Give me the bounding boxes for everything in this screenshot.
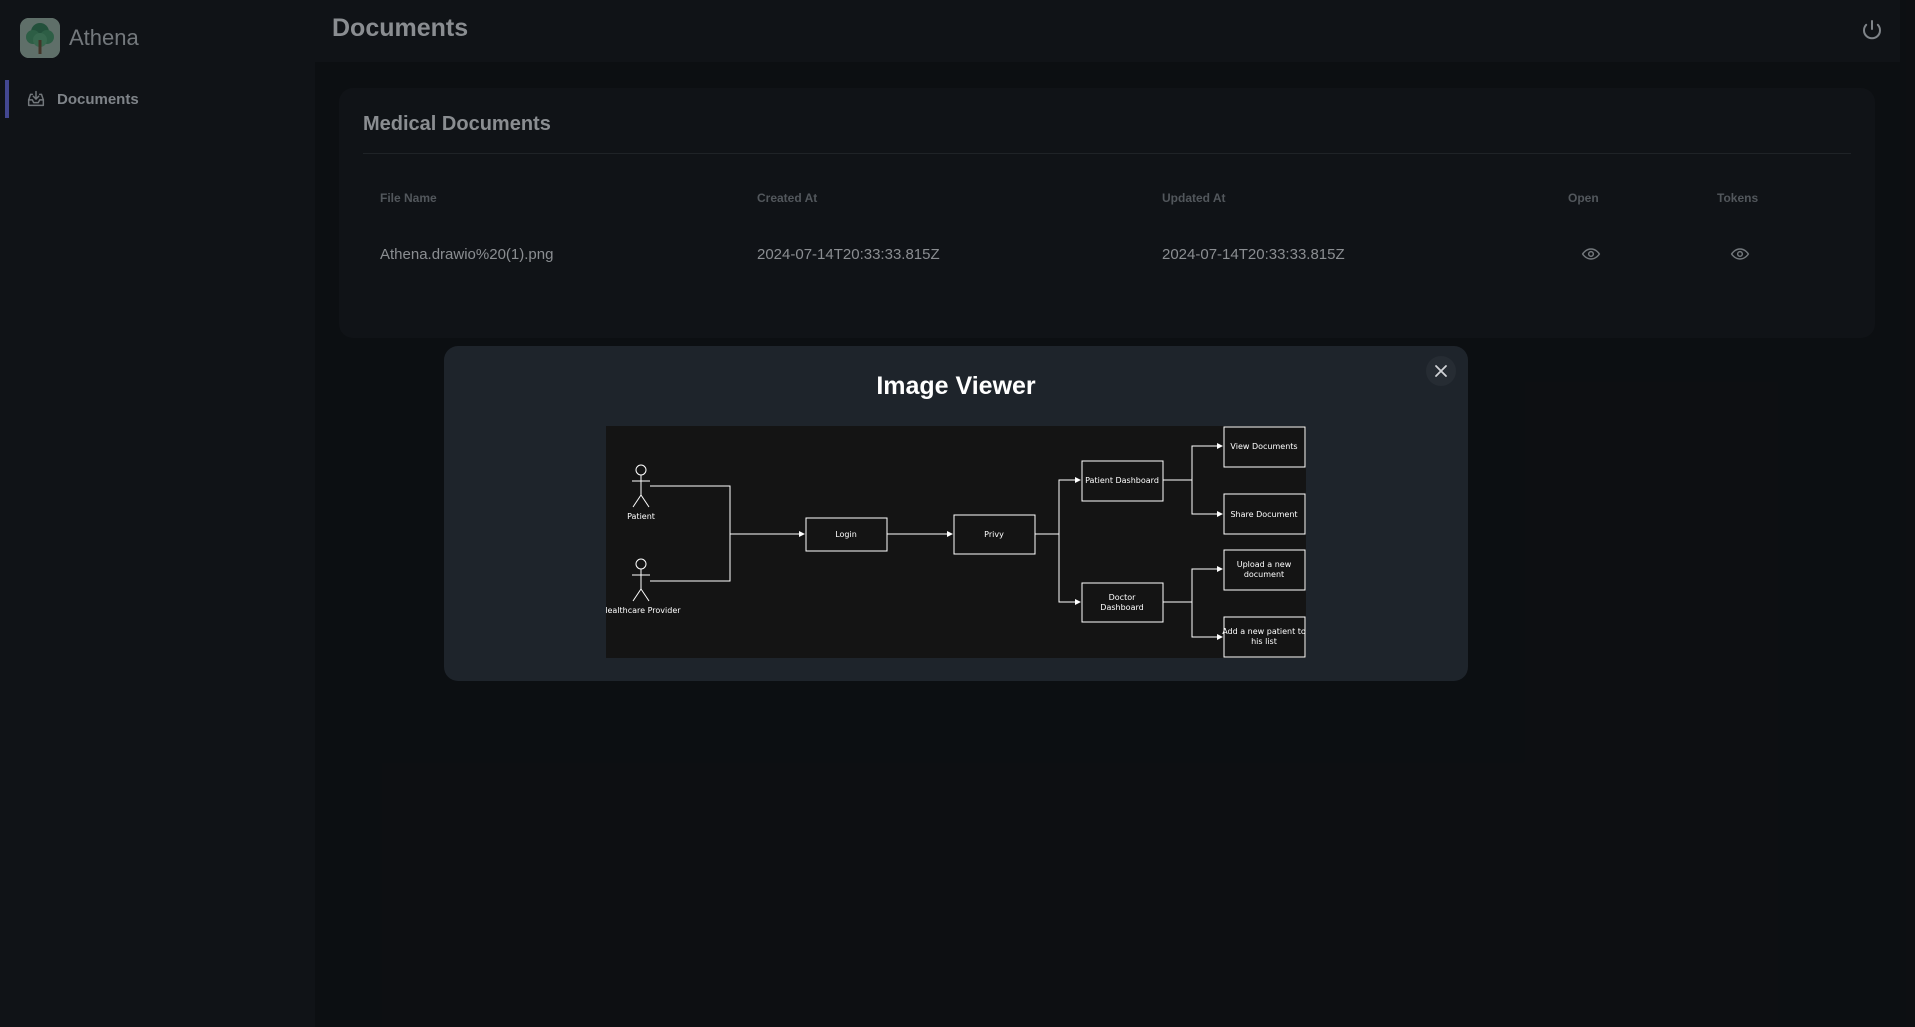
diagram-label: Login xyxy=(835,530,857,539)
diagram-label: Privy xyxy=(984,530,1004,539)
diagram-label: Patient xyxy=(627,512,655,521)
diagram-label: Patient Dashboard xyxy=(1085,476,1159,485)
diagram-label: Doctor xyxy=(1109,593,1136,602)
diagram-label: Dashboard xyxy=(1100,603,1143,612)
provider-actor-icon xyxy=(632,558,650,602)
modal-title: Image Viewer xyxy=(876,372,1036,400)
diagram-label: Add a new patient to xyxy=(1222,627,1306,636)
image-viewer-modal: Image Viewer Patient Healthcare Provider… xyxy=(444,346,1468,681)
diagram-label: Share Document xyxy=(1230,510,1297,519)
diagram-label: document xyxy=(1244,570,1284,579)
app-root: Athena Documents Documents Medical Docum… xyxy=(0,0,1915,1027)
flow-diagram: Patient Healthcare Provider Login Privy … xyxy=(606,426,1306,658)
diagram-label: Healthcare Provider xyxy=(606,606,681,615)
close-button[interactable] xyxy=(1426,356,1456,386)
close-icon xyxy=(1435,365,1447,377)
diagram-label: View Documents xyxy=(1230,442,1297,451)
patient-actor-icon xyxy=(632,464,650,508)
document-image: Patient Healthcare Provider Login Privy … xyxy=(606,426,1306,658)
diagram-label: his list xyxy=(1251,637,1277,646)
diagram-label: Upload a new xyxy=(1237,560,1292,569)
